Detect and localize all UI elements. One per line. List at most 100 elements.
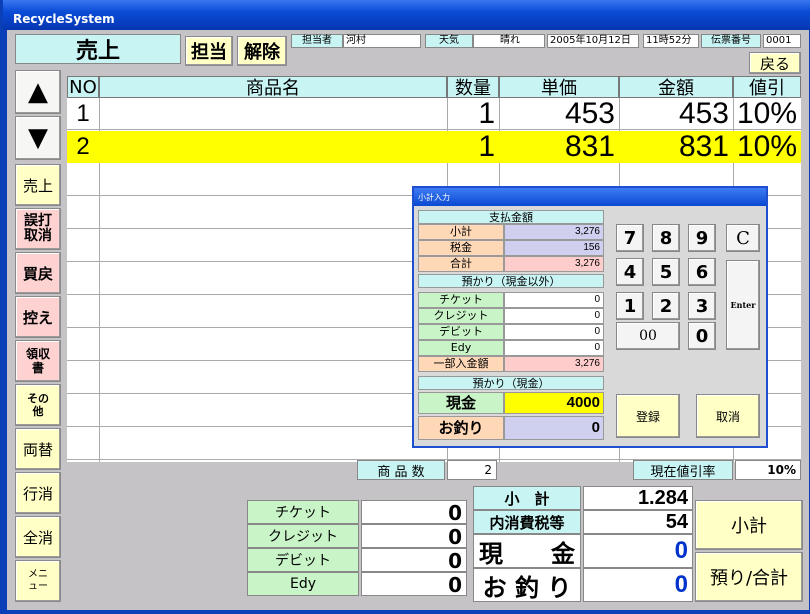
discount-rate-value: 10%: [735, 460, 801, 480]
dlg-debit-value[interactable]: 0: [504, 324, 604, 340]
tax-label: 内消費税等: [473, 510, 581, 534]
edy-value[interactable]: 0: [361, 572, 467, 597]
ryoshusho-button[interactable]: 領収書: [15, 340, 61, 382]
item-count-value: 2: [447, 460, 497, 480]
key-1[interactable]: 1: [616, 292, 644, 320]
key-6[interactable]: 6: [688, 258, 716, 286]
gouchi-label: 誤打取消: [24, 213, 52, 244]
key-4[interactable]: 4: [616, 258, 644, 286]
time-display: 11時52分: [643, 34, 699, 48]
gyokeshi-button[interactable]: 行消: [15, 472, 61, 514]
tax-value: 54: [583, 510, 693, 534]
dlg-cash-value[interactable]: 4000: [504, 392, 604, 414]
denpyo-label: 伝票番号: [701, 34, 761, 48]
key-9[interactable]: 9: [688, 224, 716, 252]
register-button[interactable]: 登録: [616, 394, 680, 438]
menu-button[interactable]: メニュー: [15, 560, 61, 602]
subtotal-button[interactable]: 小計: [695, 500, 803, 550]
scroll-up-button[interactable]: ▲: [15, 70, 61, 114]
tanto-button[interactable]: 担当: [185, 36, 233, 66]
subtotal-value: 1.284: [583, 486, 693, 510]
header-qty: 数量: [447, 76, 499, 99]
ryoshusho-label: 領収書: [25, 347, 50, 375]
dlg-cash-label: 現金: [418, 392, 504, 414]
denpyo-value: 0001: [763, 34, 801, 48]
key-7[interactable]: 7: [616, 224, 644, 252]
deposit-noncash-header: 預かり（現金以外）: [418, 274, 604, 288]
gouchi-torikeshi-button[interactable]: 誤打取消: [15, 208, 61, 250]
key-clear[interactable]: C: [726, 224, 760, 252]
row-amount: 831: [678, 130, 729, 163]
dlg-change-value: 0: [504, 416, 604, 440]
row-price: 831: [564, 130, 615, 163]
sonota-label: その他: [27, 392, 49, 418]
row-no: 1: [76, 100, 90, 127]
window-title: RecycleSystem: [3, 0, 810, 30]
header-no: NO: [67, 76, 99, 98]
subtotal-dialog: 小計入力 支払金額 小計 3,276 税金 156 合計 3,276 預かり（現…: [412, 186, 768, 448]
key-8[interactable]: 8: [652, 224, 680, 252]
table-row-selected[interactable]: 2 1 831 831 10%: [67, 131, 801, 163]
uriage-button[interactable]: 売上: [15, 164, 61, 206]
gokei-label: 合計: [418, 256, 504, 272]
back-button[interactable]: 戻る: [749, 52, 801, 74]
dlg-credit-label: クレジット: [418, 308, 504, 324]
tantosha-label: 担当者: [291, 34, 343, 48]
gokei-value: 3,276: [504, 256, 604, 272]
key-5[interactable]: 5: [652, 258, 680, 286]
kaijo-button[interactable]: 解除: [237, 36, 287, 66]
credit-value[interactable]: 0: [361, 524, 467, 549]
shokei-value: 3,276: [504, 224, 604, 240]
edy-label: Edy: [247, 572, 359, 596]
key-00[interactable]: 00: [616, 322, 680, 350]
change-label: お 釣 り: [473, 568, 581, 602]
payment-header: 支払金額: [418, 210, 604, 224]
sonota-button[interactable]: その他: [15, 384, 61, 426]
dlg-ticket-label: チケット: [418, 292, 504, 308]
cancel-button[interactable]: 取消: [696, 394, 760, 438]
client-area: 売上 担当 解除 担当者 河村 天気 晴れ 2005年10月12日 11時52分…: [7, 30, 809, 610]
header-name: 商品名: [99, 76, 447, 99]
table-row[interactable]: 1 1 453 453 10%: [67, 98, 801, 130]
deposit-total-button[interactable]: 預り/合計: [695, 552, 803, 602]
debit-label: デビット: [247, 548, 359, 572]
dlg-edy-value[interactable]: 0: [504, 340, 604, 356]
dlg-debit-label: デビット: [418, 324, 504, 340]
item-count-label: 商 品 数: [357, 460, 445, 480]
key-3[interactable]: 3: [688, 292, 716, 320]
header-price: 単価: [499, 76, 619, 99]
row-no: 2: [76, 133, 90, 160]
hikae-button[interactable]: 控え: [15, 296, 61, 338]
tenki-value: 晴れ: [473, 34, 545, 48]
kaimodoshi-button[interactable]: 買戻: [15, 252, 61, 294]
dlg-credit-value[interactable]: 0: [504, 308, 604, 324]
key-0[interactable]: 0: [688, 322, 716, 350]
zei-label: 税金: [418, 240, 504, 256]
dialog-title: 小計入力: [414, 188, 766, 206]
app-window: RecycleSystem 売上 担当 解除 担当者 河村 天気 晴れ 2005…: [0, 0, 810, 614]
scroll-down-button[interactable]: ▼: [15, 116, 61, 160]
row-discount: 10%: [736, 97, 797, 130]
key-2[interactable]: 2: [652, 292, 680, 320]
deposit-cash-header: 預かり（現金）: [418, 376, 604, 390]
dlg-change-label: お釣り: [418, 416, 504, 440]
row-discount: 10%: [736, 130, 797, 163]
debit-value[interactable]: 0: [361, 548, 467, 573]
date-display: 2005年10月12日: [547, 34, 639, 48]
row-qty: 1: [478, 130, 495, 163]
row-amount: 453: [678, 97, 729, 130]
ticket-value[interactable]: 0: [361, 500, 467, 525]
enter-key[interactable]: Enter: [726, 260, 760, 350]
partial-value: 3,276: [504, 356, 604, 372]
cash-value[interactable]: 0: [583, 534, 693, 568]
row-price: 453: [564, 97, 615, 130]
dlg-ticket-value[interactable]: 0: [504, 292, 604, 308]
zenkeshi-button[interactable]: 全消: [15, 516, 61, 558]
discount-rate-label: 現在値引率: [633, 460, 733, 480]
tantosha-value: 河村: [343, 34, 421, 48]
tenki-label: 天気: [425, 34, 473, 48]
header-discount: 値引: [733, 76, 801, 99]
ryogae-button[interactable]: 両替: [15, 428, 61, 470]
header-amount: 金額: [619, 76, 733, 99]
change-value: 0: [583, 568, 693, 602]
